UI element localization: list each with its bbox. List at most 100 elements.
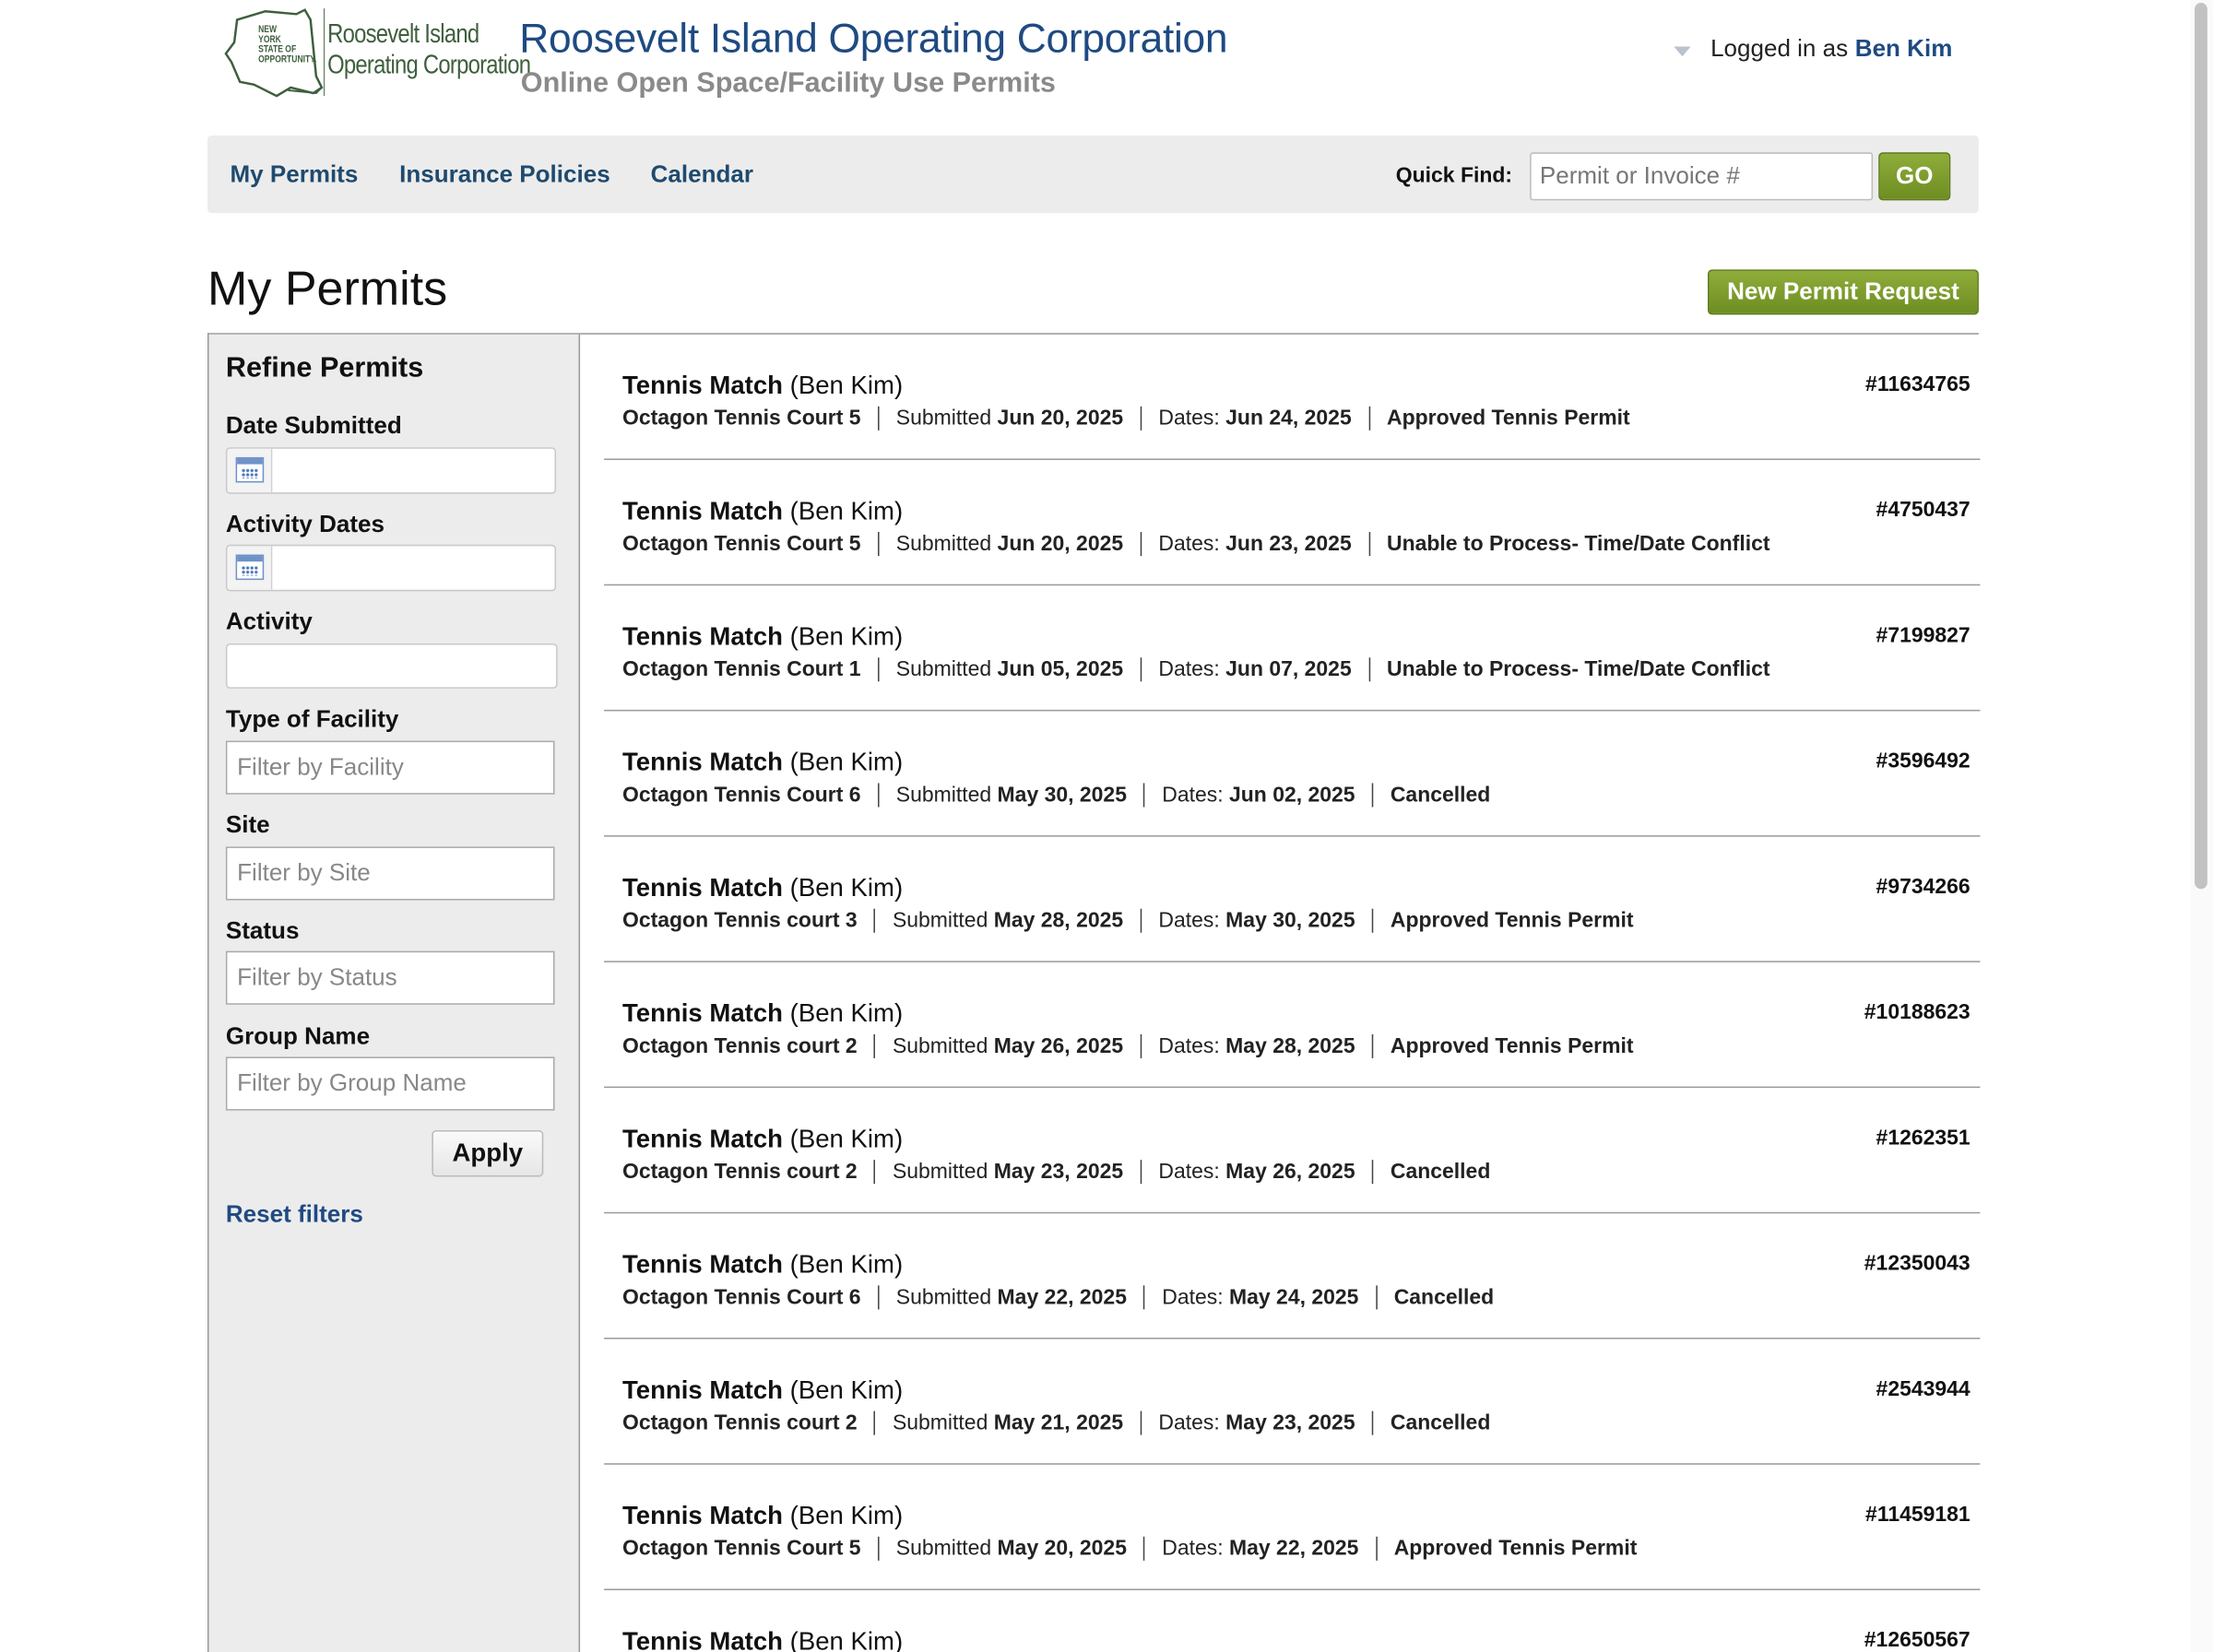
permit-status: Cancelled bbox=[1390, 783, 1491, 808]
permit-activity: Tennis Match bbox=[621, 371, 784, 400]
permit-dates-label: Dates: bbox=[1158, 1410, 1220, 1435]
permit-number[interactable]: #9734266 bbox=[1876, 875, 1970, 899]
permit-row[interactable]: Tennis Match (Ben Kim) #11634765 Octagon T… bbox=[604, 335, 1981, 460]
permit-activity: Tennis Match bbox=[621, 1375, 784, 1404]
refine-sidebar: Refine Permits Date Submitted Activity D… bbox=[208, 334, 581, 1652]
permit-status: Approved Tennis Permit bbox=[1390, 1033, 1634, 1058]
permit-row[interactable]: Tennis Match (Ben Kim) #12650567 bbox=[604, 1590, 1980, 1652]
permit-submitted-date: Jun 20, 2025 bbox=[997, 406, 1124, 431]
permit-number[interactable]: #10188623 bbox=[1864, 1000, 1970, 1024]
permit-row[interactable]: Tennis Match (Ben Kim) #1262351 Octagon Te… bbox=[604, 1088, 1981, 1214]
permit-title[interactable]: Tennis Match (Ben Kim) bbox=[622, 1502, 903, 1531]
apply-button[interactable]: Apply bbox=[432, 1130, 544, 1177]
permit-person: (Ben Kim) bbox=[789, 998, 904, 1028]
permit-row[interactable]: Tennis Match (Ben Kim) #11459181 Octagon T… bbox=[604, 1465, 1981, 1590]
activity-dates-field[interactable] bbox=[225, 544, 557, 592]
permit-title[interactable]: Tennis Match (Ben Kim) bbox=[622, 497, 903, 526]
permit-title[interactable]: Tennis Match (Ben Kim) bbox=[622, 1375, 903, 1405]
permit-meta: Octagon Tennis Court 1 Submitted Jun 05, … bbox=[622, 657, 1787, 682]
permit-status: Unable to Process- Time/Date Conflict bbox=[1387, 532, 1770, 557]
permit-number[interactable]: #11634765 bbox=[1865, 372, 1970, 396]
permit-person: (Ben Kim) bbox=[789, 873, 904, 903]
user-menu[interactable]: Logged in as Ben Kim bbox=[1674, 35, 1952, 64]
permit-activity: Tennis Match bbox=[621, 496, 784, 525]
nav-insurance-policies[interactable]: Insurance Policies bbox=[399, 160, 610, 189]
permit-number[interactable]: #4750437 bbox=[1876, 498, 1970, 522]
type-of-facility-label: Type of Facility bbox=[225, 705, 399, 733]
permit-status: Cancelled bbox=[1390, 1160, 1491, 1185]
page-scrollbar[interactable] bbox=[2190, 0, 2213, 1652]
permit-number[interactable]: #2543944 bbox=[1876, 1377, 1970, 1401]
permit-activity-date: Jun 07, 2025 bbox=[1225, 657, 1352, 682]
permit-activity-date: Jun 02, 2025 bbox=[1229, 783, 1355, 808]
permit-row[interactable]: Tennis Match (Ben Kim) #10188623 Octagon T… bbox=[604, 962, 1981, 1089]
status-filter-input[interactable] bbox=[225, 950, 555, 1005]
permit-title[interactable]: Tennis Match (Ben Kim) bbox=[622, 1250, 903, 1280]
permit-person: (Ben Kim) bbox=[789, 1124, 904, 1153]
permit-title[interactable]: Tennis Match (Ben Kim) bbox=[622, 999, 903, 1029]
permit-submitted-date: May 26, 2025 bbox=[993, 1033, 1124, 1058]
permit-activity: Tennis Match bbox=[621, 748, 784, 776]
permit-submitted-label: Submitted bbox=[892, 1410, 988, 1435]
permit-number[interactable]: #3596492 bbox=[1876, 749, 1970, 773]
activity-label: Activity bbox=[225, 608, 313, 635]
permit-title[interactable]: Tennis Match (Ben Kim) bbox=[622, 622, 903, 652]
permit-row[interactable]: Tennis Match (Ben Kim) #12350043 Octagon T… bbox=[604, 1213, 1981, 1339]
permit-row[interactable]: Tennis Match (Ben Kim) #3596492 Octagon Te… bbox=[604, 711, 1981, 837]
permit-dates-label: Dates: bbox=[1158, 1033, 1220, 1058]
quick-find-input[interactable] bbox=[1530, 152, 1874, 201]
facility-filter-input[interactable] bbox=[225, 740, 555, 795]
activity-field[interactable] bbox=[225, 643, 558, 689]
permit-activity-date: May 28, 2025 bbox=[1225, 1033, 1355, 1058]
permit-dates-label: Dates: bbox=[1162, 1536, 1224, 1561]
permit-title[interactable]: Tennis Match (Ben Kim) bbox=[622, 1125, 903, 1154]
logged-in-label: Logged in as bbox=[1710, 35, 1849, 63]
permit-title[interactable]: Tennis Match (Ben Kim) bbox=[622, 748, 903, 777]
logo-state-text: NEW YORK STATE OF OPPORTUNITY. bbox=[258, 25, 317, 65]
calendar-button[interactable] bbox=[227, 546, 273, 590]
date-submitted-field[interactable] bbox=[225, 447, 557, 494]
permit-row[interactable]: Tennis Match (Ben Kim) #7199827 Octagon Te… bbox=[604, 585, 1981, 712]
user-name-link[interactable]: Ben Kim bbox=[1855, 35, 1953, 64]
permit-number[interactable]: #7199827 bbox=[1876, 624, 1970, 648]
reset-filters-link[interactable]: Reset filters bbox=[226, 1201, 363, 1230]
permit-number[interactable]: #12350043 bbox=[1864, 1252, 1970, 1276]
go-button[interactable]: GO bbox=[1878, 152, 1951, 201]
permit-submitted-label: Submitted bbox=[895, 532, 992, 557]
permit-meta: Octagon Tennis Court 6 Submitted May 30, … bbox=[622, 783, 1508, 808]
calendar-button[interactable] bbox=[227, 448, 273, 493]
permit-status: Approved Tennis Permit bbox=[1390, 908, 1634, 933]
permit-person: (Ben Kim) bbox=[789, 371, 904, 400]
permit-number[interactable]: #1262351 bbox=[1876, 1126, 1970, 1150]
permit-submitted-date: Jun 20, 2025 bbox=[997, 532, 1124, 557]
permit-title[interactable]: Tennis Match (Ben Kim) bbox=[622, 873, 903, 903]
group-name-label: Group Name bbox=[225, 1022, 371, 1050]
permit-dates-label: Dates: bbox=[1162, 783, 1224, 808]
activity-dates-label: Activity Dates bbox=[225, 511, 385, 538]
permit-site: Octagon Tennis Court 5 bbox=[621, 1536, 861, 1561]
permits-panel: Refine Permits Date Submitted Activity D… bbox=[207, 333, 1981, 1652]
group-name-filter-input[interactable] bbox=[225, 1056, 555, 1111]
permit-submitted-label: Submitted bbox=[895, 406, 992, 431]
permit-submitted-date: May 22, 2025 bbox=[997, 1285, 1127, 1310]
permit-activity-date: May 24, 2025 bbox=[1229, 1285, 1359, 1310]
site-filter-input[interactable] bbox=[225, 846, 555, 901]
permit-number[interactable]: #12650567 bbox=[1864, 1628, 1970, 1652]
new-permit-request-button[interactable]: New Permit Request bbox=[1708, 269, 1979, 315]
quick-find-label: Quick Find: bbox=[1395, 163, 1513, 188]
permit-number[interactable]: #11459181 bbox=[1865, 1503, 1970, 1527]
permit-activity: Tennis Match bbox=[621, 1501, 784, 1530]
page-title: My Permits bbox=[207, 262, 448, 316]
permit-row[interactable]: Tennis Match (Ben Kim) #4750437 Octagon Te… bbox=[604, 460, 1981, 586]
nav-calendar[interactable]: Calendar bbox=[651, 160, 753, 189]
permit-activity-date: Jun 23, 2025 bbox=[1225, 532, 1352, 557]
dropdown-arrow-icon[interactable] bbox=[1674, 45, 1691, 56]
permit-row[interactable]: Tennis Match (Ben Kim) #2543944 Octagon Te… bbox=[604, 1339, 1981, 1465]
org-title: Roosevelt Island Operating Corporation bbox=[519, 17, 1228, 63]
permit-activity: Tennis Match bbox=[621, 1250, 784, 1279]
permit-row[interactable]: Tennis Match (Ben Kim) #9734266 Octagon Te… bbox=[604, 837, 1981, 962]
permit-title[interactable]: Tennis Match (Ben Kim) bbox=[622, 1627, 903, 1652]
permit-title[interactable]: Tennis Match (Ben Kim) bbox=[622, 372, 903, 401]
nav-my-permits[interactable]: My Permits bbox=[230, 160, 358, 189]
scrollbar-thumb[interactable] bbox=[2195, 3, 2207, 890]
